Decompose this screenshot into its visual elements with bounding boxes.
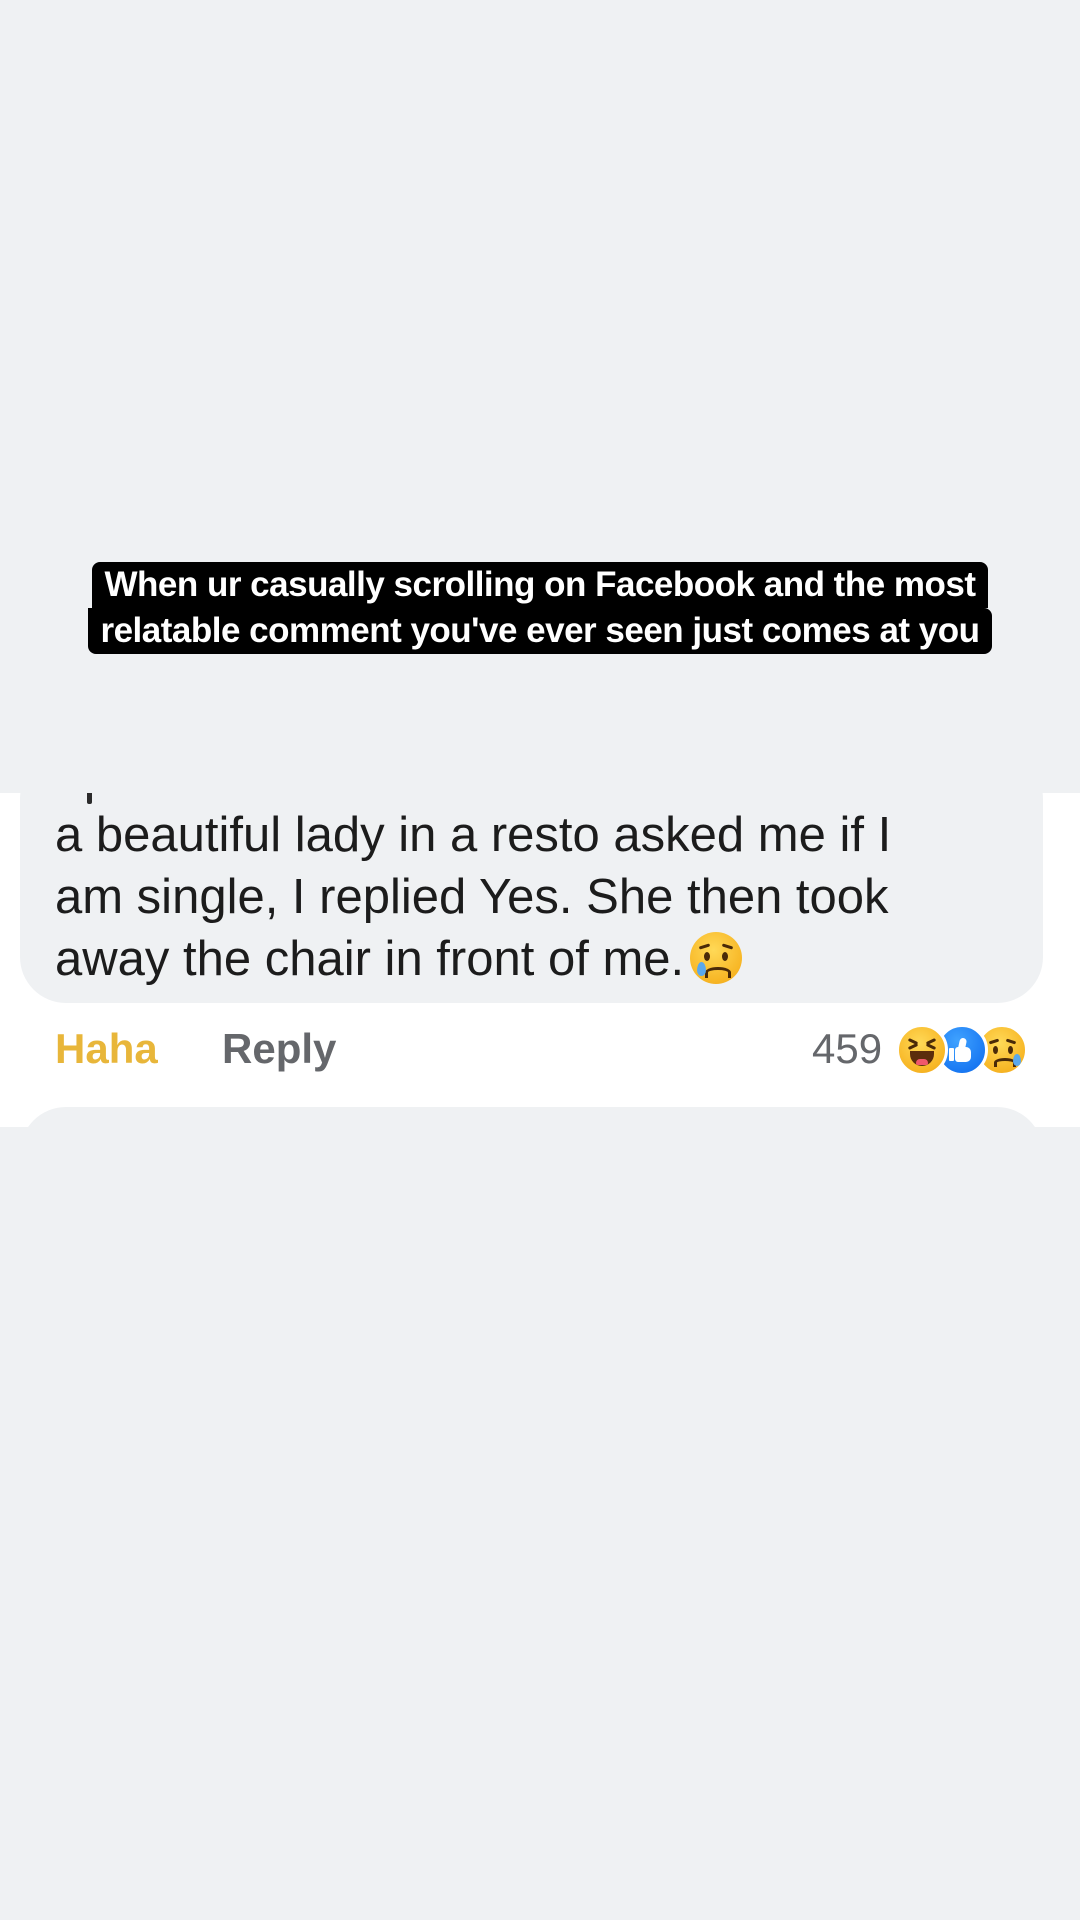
comment-text: a beautiful lady in a resto asked me if …	[55, 804, 1015, 990]
reply-button[interactable]: Reply	[222, 1025, 336, 1073]
clipped-previous-line-fragment	[87, 793, 92, 804]
laughing-emoji-icon	[896, 1024, 948, 1076]
comment-screenshot: a beautiful lady in a resto asked me if …	[0, 793, 1080, 1127]
sad-crying-emoji-icon	[690, 932, 743, 985]
comment-line-1: a beautiful lady in a resto asked me if …	[55, 808, 892, 862]
reaction-summary[interactable]	[896, 1024, 1046, 1076]
reaction-count[interactable]: 459	[812, 1025, 882, 1073]
haha-reaction-button[interactable]: Haha	[55, 1025, 158, 1073]
meme-caption: When ur casually scrolling on Facebook a…	[0, 562, 1080, 654]
caption-line-2: relatable comment you've ever seen just …	[88, 608, 992, 654]
comment-line-3: away the chair in front of me.	[55, 932, 685, 986]
comment-line-2: am single, I replied Yes. She then took	[55, 870, 889, 924]
next-comment-bubble	[20, 1107, 1043, 1127]
caption-line-1: When ur casually scrolling on Facebook a…	[92, 562, 988, 608]
comment-line-3-wrap: away the chair in front of me.	[55, 928, 1015, 990]
